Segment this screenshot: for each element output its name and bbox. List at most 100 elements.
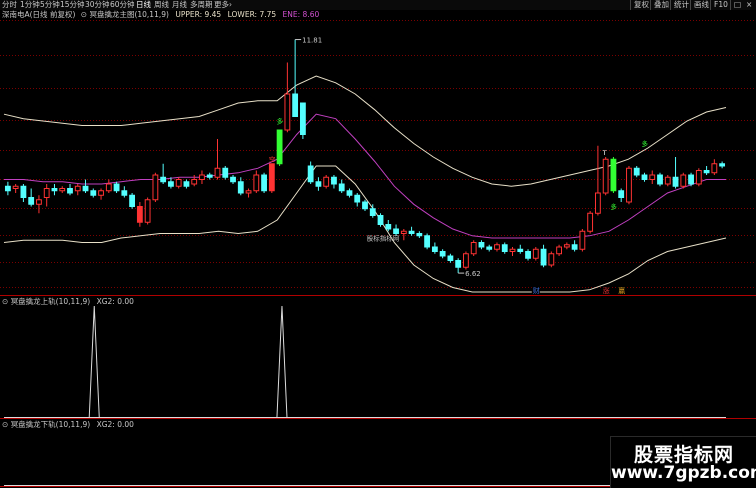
signal-label: 空: [269, 155, 276, 164]
band-lines: [3, 75, 727, 293]
candle-body: [191, 179, 198, 185]
candle-body: [136, 206, 143, 223]
candle-body: [121, 190, 128, 196]
candle-body: [307, 165, 314, 183]
candle-body: [230, 176, 236, 183]
candle-body: [664, 176, 671, 185]
candle-body: [199, 174, 205, 180]
candle: [74, 184, 81, 196]
candle: [354, 193, 361, 207]
candle: [664, 175, 671, 187]
candle-body: [129, 194, 136, 207]
candle-body: [641, 174, 648, 180]
candle-body: [4, 185, 11, 192]
candle-body: [253, 174, 260, 192]
candle: [618, 188, 625, 202]
candle-body: [385, 224, 392, 230]
candle: [563, 242, 570, 250]
candle-body: [525, 251, 531, 259]
upper-band-line: [3, 75, 727, 187]
candle: [657, 172, 663, 187]
candle: [548, 251, 555, 268]
candle: [463, 251, 469, 270]
candle: [470, 240, 477, 256]
candle-body: [362, 201, 368, 210]
candle: [719, 161, 726, 169]
candle: [331, 175, 337, 189]
event-marker: 赢: [618, 286, 625, 295]
candle-body: [501, 244, 508, 252]
candle-body: [447, 255, 454, 261]
candle-body: [540, 248, 547, 266]
candle: [649, 170, 656, 184]
candle-body: [517, 248, 524, 252]
candle: [525, 249, 531, 261]
candle: [680, 172, 687, 189]
candle: [183, 179, 190, 189]
candle-body: [331, 176, 337, 185]
candle: [43, 184, 50, 207]
xg2-spike: [88, 305, 100, 418]
candles: [4, 39, 726, 274]
candle: [362, 199, 368, 211]
candle: [276, 129, 283, 166]
candle-body: [222, 167, 229, 178]
candle-body: [610, 158, 617, 192]
candle: [540, 244, 547, 268]
candle: [12, 184, 19, 193]
candle: [602, 157, 609, 196]
candle-body: [292, 93, 299, 117]
candle-body: [206, 174, 213, 178]
candle: [214, 139, 221, 180]
candle-body: [431, 246, 438, 252]
candle-body: [28, 197, 35, 205]
candle: [400, 229, 407, 241]
candle: [610, 157, 617, 193]
candle-body: [175, 179, 182, 187]
candle: [587, 211, 594, 234]
candle-body: [579, 230, 586, 250]
candle-body: [82, 185, 89, 192]
candle-body: [594, 192, 601, 214]
candle-body: [719, 163, 726, 167]
candle-body: [602, 158, 609, 194]
candle-body: [43, 188, 50, 198]
candle-body: [455, 260, 462, 268]
candle-body: [261, 174, 267, 192]
candle-body: [245, 190, 252, 194]
candle-body: [626, 167, 632, 203]
candle: [113, 181, 120, 193]
candle-body: [400, 230, 407, 234]
candle: [292, 39, 299, 117]
candle-body: [338, 183, 345, 192]
candle: [160, 163, 167, 184]
candle: [105, 179, 112, 193]
candle: [199, 170, 205, 184]
candle-body: [268, 163, 275, 192]
candlestick-chart[interactable]: 11.816.62股标指标网多空多T多财涨赢: [0, 0, 756, 487]
candle: [594, 145, 601, 216]
candle-body: [51, 188, 58, 192]
candle: [67, 184, 73, 196]
candle-body: [486, 246, 493, 250]
candle-body: [703, 170, 710, 174]
candle-body: [416, 233, 423, 237]
candle-body: [105, 183, 112, 192]
candle-body: [36, 199, 42, 205]
chart-watermark-text: 股标指标网: [367, 233, 400, 242]
signal-label: 多: [641, 139, 648, 148]
candle: [509, 247, 516, 256]
lower-band-line: [3, 165, 727, 293]
candle: [431, 242, 438, 254]
candle: [416, 231, 423, 238]
candle-body: [369, 208, 376, 216]
candle: [633, 166, 640, 178]
ene-line: [4, 113, 726, 239]
candle: [703, 166, 710, 175]
candle: [59, 186, 66, 193]
candle: [672, 157, 679, 189]
candle-body: [532, 248, 539, 259]
signal-label: T: [602, 149, 607, 157]
candle: [439, 249, 446, 259]
candle-body: [12, 185, 19, 189]
